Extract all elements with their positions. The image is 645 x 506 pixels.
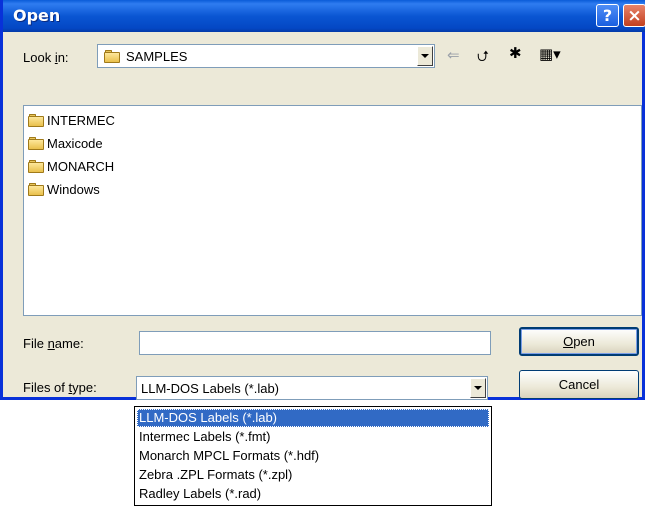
file-name-label: File name: — [23, 336, 84, 351]
look-in-label: Look in: — [23, 50, 69, 65]
list-item[interactable]: Windows — [28, 180, 100, 198]
files-of-type-dropdown[interactable]: LLM-DOS Labels (*.lab) Intermec Labels (… — [134, 406, 492, 506]
list-item[interactable]: MONARCH — [28, 157, 114, 175]
file-list[interactable]: INTERMEC Maxicode MONARCH Windows — [23, 105, 642, 316]
folder-icon — [104, 50, 121, 63]
list-item[interactable]: INTERMEC — [28, 111, 115, 129]
dropdown-option[interactable]: Radley Labels (*.rad) — [137, 485, 489, 503]
file-item-label: INTERMEC — [47, 112, 115, 128]
dropdown-option[interactable]: LLM-DOS Labels (*.lab) — [137, 409, 489, 427]
file-name-input[interactable] — [139, 331, 491, 355]
look-in-dropdown-arrow[interactable] — [417, 46, 433, 66]
new-folder-icon[interactable]: ✱ — [509, 44, 522, 62]
file-item-label: MONARCH — [47, 158, 115, 174]
look-in-combo[interactable]: SAMPLES — [97, 44, 435, 68]
folder-icon — [28, 159, 45, 173]
look-in-value: SAMPLES — [126, 49, 188, 64]
dropdown-option[interactable]: Intermec Labels (*.fmt) — [137, 428, 489, 446]
files-of-type-combo[interactable]: LLM-DOS Labels (*.lab) — [136, 376, 488, 400]
close-button[interactable]: × — [623, 4, 645, 27]
cancel-button[interactable]: Cancel — [519, 370, 639, 399]
back-arrow-icon[interactable]: ⇐ — [447, 46, 460, 64]
help-button[interactable]: ? — [596, 4, 619, 27]
dropdown-option[interactable]: Monarch MPCL Formats (*.hdf) — [137, 447, 489, 465]
file-item-label: Maxicode — [47, 135, 103, 151]
help-icon: ? — [602, 6, 613, 25]
views-menu-icon[interactable]: ▦▾ — [539, 45, 561, 63]
files-of-type-value: LLM-DOS Labels (*.lab) — [141, 381, 279, 396]
file-item-label: Windows — [47, 181, 100, 197]
chevron-down-icon — [421, 54, 429, 58]
close-icon: × — [627, 5, 642, 26]
dialog-title: Open — [13, 6, 61, 25]
title-bar[interactable]: Open ? × — [3, 0, 645, 32]
folder-icon — [28, 113, 45, 127]
chevron-down-icon — [474, 386, 482, 390]
files-of-type-dropdown-arrow[interactable] — [470, 378, 486, 398]
up-folder-icon[interactable]: ⮍ — [477, 46, 489, 71]
files-of-type-label: Files of type: — [23, 380, 97, 395]
folder-icon — [28, 136, 45, 150]
dropdown-option[interactable]: Zebra .ZPL Formats (*.zpl) — [137, 466, 489, 484]
folder-icon — [28, 182, 45, 196]
open-dialog: Open ? × Look in: SAMPLES ⇐ ⮍ ✱ ▦▾ INTER… — [0, 0, 645, 400]
list-item[interactable]: Maxicode — [28, 134, 103, 152]
open-button[interactable]: Open — [519, 327, 639, 356]
